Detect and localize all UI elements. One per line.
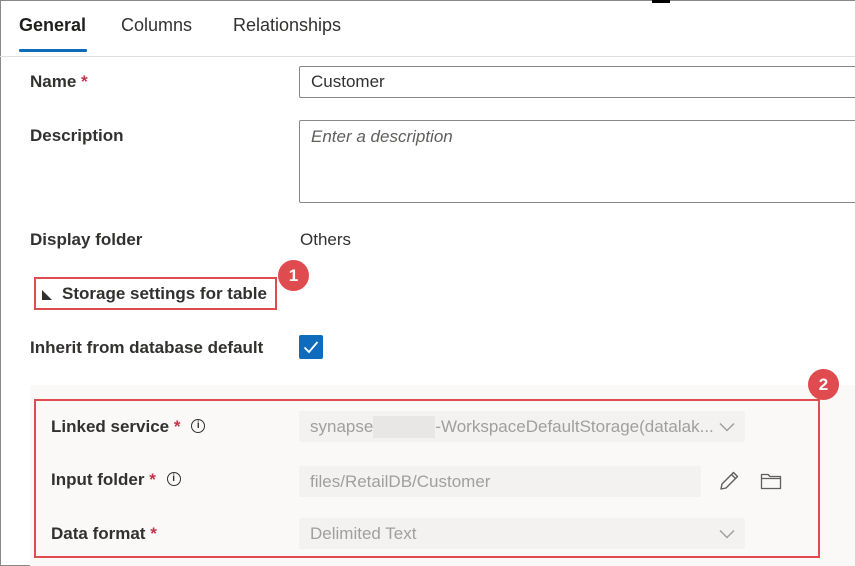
name-input[interactable]: Customer	[299, 66, 855, 98]
checkmark-icon	[303, 341, 319, 354]
inherit-label: Inherit from database default	[30, 338, 264, 357]
annotation-badge-2: 2	[808, 369, 839, 400]
display-folder-label: Display folder	[30, 230, 143, 249]
display-folder-value: Others	[300, 230, 352, 249]
text-cursor-mark	[652, 0, 670, 3]
tab-bar: General Columns Relationships	[0, 0, 855, 57]
description-field[interactable]: Enter a description	[299, 120, 855, 203]
inherit-checkbox[interactable]	[299, 335, 323, 359]
name-input-value: Customer	[311, 72, 385, 91]
storage-settings-label: Storage settings for table	[62, 283, 267, 303]
storage-highlight-box	[34, 399, 820, 558]
description-label: Description	[30, 126, 124, 145]
tab-relationships[interactable]: Relationships	[233, 15, 341, 36]
description-placeholder: Enter a description	[311, 127, 453, 146]
name-label: Name *	[30, 72, 88, 92]
name-label-text: Name	[30, 72, 77, 91]
required-marker: *	[81, 72, 88, 91]
tab-general[interactable]: General	[19, 15, 86, 36]
tab-columns[interactable]: Columns	[121, 15, 192, 36]
storage-settings-toggle[interactable]: Storage settings for table	[34, 277, 277, 310]
active-tab-indicator	[19, 49, 87, 52]
triangle-expand-icon	[42, 289, 52, 300]
annotation-badge-1: 1	[278, 260, 309, 291]
